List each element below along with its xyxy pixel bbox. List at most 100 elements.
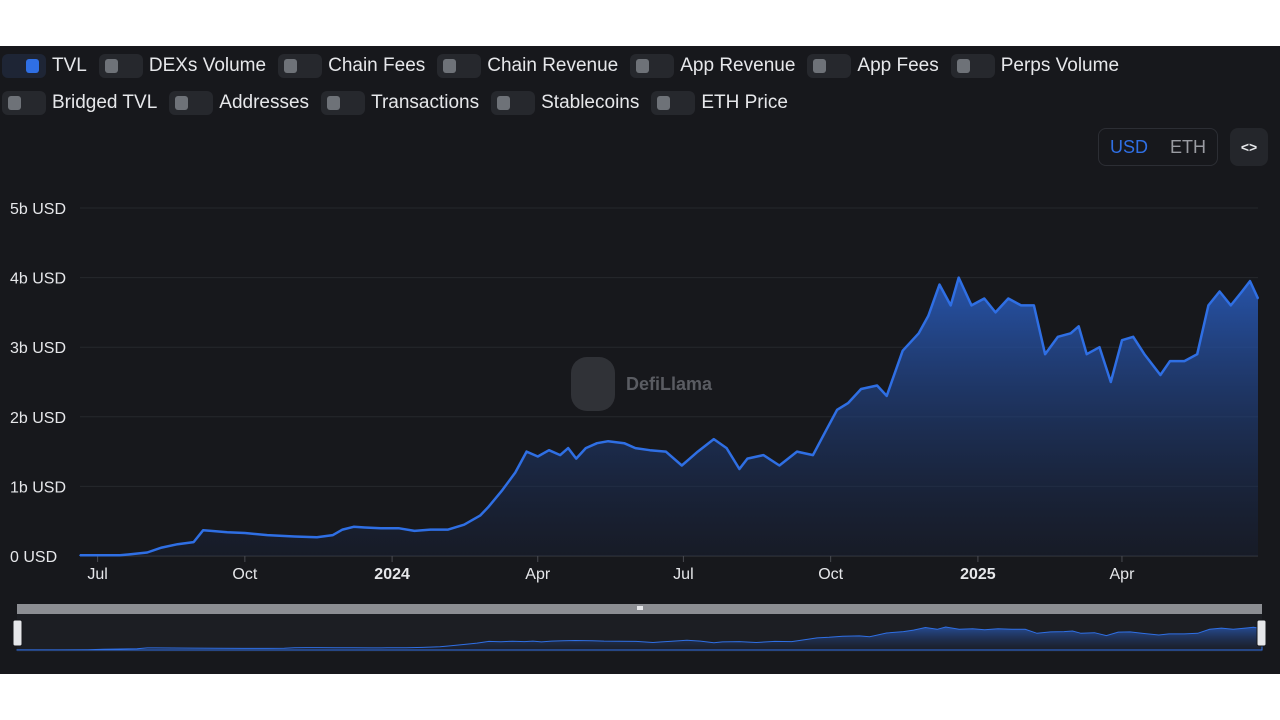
tvl-point	[917, 332, 920, 335]
tvl-point	[623, 442, 625, 445]
slider-right-handle[interactable]	[1256, 619, 1267, 647]
tvl-point	[1196, 353, 1198, 355]
x-axis: Jul Oct 2024 Apr Jul Oct 2025 Apr	[87, 556, 1135, 583]
tvl-point	[293, 535, 296, 538]
tvl-point	[681, 464, 683, 467]
tvl-point	[447, 528, 449, 531]
tvl-point	[983, 297, 986, 300]
tvl-point	[1159, 374, 1162, 376]
tvl-point	[957, 276, 960, 279]
tvl-point	[244, 532, 246, 534]
tvl-point	[1218, 290, 1221, 293]
x-tick-label: Oct	[232, 566, 257, 583]
tvl-point	[1257, 297, 1259, 300]
tvl-point	[79, 554, 81, 557]
tvl-point	[176, 543, 179, 545]
tvl-point	[501, 489, 504, 491]
tvl-point	[1020, 304, 1022, 307]
chart-panel: TVL DEXs Volume Chain Fees Chain Revenue App…	[0, 46, 1280, 674]
tvl-point	[596, 442, 598, 445]
tvl-point	[607, 440, 609, 442]
tvl-point	[429, 528, 432, 531]
tvl-point	[575, 457, 577, 460]
tvl-point	[847, 402, 850, 404]
y-tick-label: 5b USD	[10, 201, 66, 218]
y-tick-label: 0 USD	[10, 549, 57, 566]
tvl-point	[762, 454, 765, 456]
tvl-point	[525, 450, 528, 453]
y-tick-label: 2b USD	[10, 410, 66, 427]
tvl-point	[266, 534, 269, 536]
tvl-point	[1249, 280, 1251, 282]
tvl-point	[1033, 304, 1035, 307]
tvl-point	[970, 304, 973, 307]
x-tick-label: Apr	[525, 566, 551, 583]
y-tick-label: 1b USD	[10, 479, 66, 496]
tvl-point	[825, 429, 827, 432]
slider-left-handle[interactable]	[12, 619, 23, 647]
y-tick-label: 3b USD	[10, 340, 66, 357]
tvl-point	[119, 554, 121, 557]
y-tick-label: 4b USD	[10, 271, 66, 288]
tvl-point	[1007, 297, 1010, 300]
tvl-point	[1109, 381, 1112, 383]
tvl-point	[463, 523, 465, 526]
tvl-point	[584, 447, 587, 449]
tvl-point	[949, 304, 952, 307]
tvl-point	[1241, 290, 1243, 293]
tvl-point	[876, 384, 878, 387]
tvl-point	[380, 527, 382, 529]
tvl-point	[994, 311, 997, 314]
tvl-point	[885, 395, 888, 397]
tvl-point	[1207, 304, 1210, 307]
tvl-point	[352, 525, 355, 528]
tvl-point	[746, 457, 749, 460]
tvl-point	[548, 449, 550, 452]
watermark: DefiLlama	[571, 357, 713, 411]
tvl-chart: 0 USD 1b USD 2b USD 3b USD 4b USD 5b USD Jul O…	[10, 201, 1267, 652]
x-tick-label: Apr	[1110, 566, 1136, 583]
watermark-text: DefiLlama	[626, 374, 713, 394]
x-tick-label: Oct	[818, 566, 843, 583]
tvl-point	[901, 349, 904, 352]
x-tick-label: 2024	[374, 566, 410, 583]
tvl-point	[648, 449, 651, 452]
tvl-point	[1098, 346, 1101, 349]
tvl-point	[713, 438, 715, 440]
tvl-point	[738, 468, 741, 470]
tvl-point	[1069, 332, 1072, 335]
x-tick-label: Jul	[87, 566, 107, 583]
tvl-point	[1077, 325, 1080, 328]
tvl-point	[725, 447, 728, 449]
tvl-point	[514, 471, 517, 474]
tvl-point	[487, 506, 489, 509]
tvl-point	[202, 529, 205, 532]
tvl-point	[210, 530, 213, 532]
tvl-point	[1132, 335, 1134, 338]
tvl-point	[1044, 353, 1046, 355]
tvl-point	[364, 526, 366, 529]
tvl-point	[332, 534, 334, 536]
tvl-point	[1143, 353, 1146, 355]
defillama-logo-icon	[571, 357, 615, 411]
tvl-point	[341, 528, 344, 531]
tvl-point	[860, 388, 862, 390]
tvl-point	[1085, 353, 1088, 355]
tvl-point	[536, 455, 539, 458]
tvl-point	[1169, 360, 1171, 362]
tvl-point	[836, 409, 838, 411]
tvl-point	[927, 315, 930, 317]
tvl-point	[226, 531, 229, 534]
tvl-point	[1057, 335, 1059, 338]
tvl-point	[316, 536, 318, 539]
tvl-point	[1229, 304, 1232, 307]
tvl-point	[778, 464, 781, 467]
tvl-point	[938, 283, 941, 286]
tvl-point	[1183, 360, 1186, 362]
slider-grip-icon[interactable]	[637, 606, 643, 610]
tvl-point	[559, 454, 561, 456]
tvl-point	[634, 447, 637, 449]
tvl-point	[479, 514, 481, 517]
tvl-point	[796, 450, 798, 453]
tvl-point	[812, 454, 814, 456]
